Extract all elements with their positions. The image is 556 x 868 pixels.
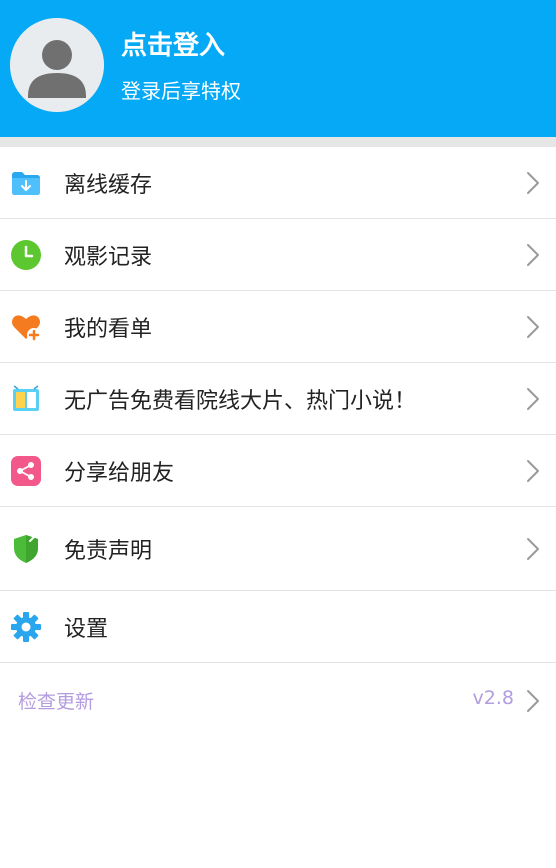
menu-item-label: 设置: [64, 616, 109, 642]
menu-item-offline-cache[interactable]: 离线缓存: [0, 147, 556, 219]
check-update-label: 检查更新: [18, 691, 95, 713]
menu-item-label: 我的看单: [64, 316, 153, 342]
menu-item-my-watchlist[interactable]: 我的看单: [0, 291, 556, 363]
menu-item-label: 离线缓存: [64, 172, 153, 198]
chevron-right-icon: [526, 537, 540, 561]
chevron-right-icon: [526, 243, 540, 267]
chevron-right-icon: [526, 171, 540, 195]
check-update-row[interactable]: 检查更新 v2.8: [0, 663, 556, 739]
app-promo-icon: [10, 383, 42, 415]
version-label: v2.8: [472, 687, 514, 709]
menu-list: 离线缓存 观影记录 我的看单 无广告免费看院线大片、热门小说！ 分享给朋友 免责…: [0, 147, 556, 739]
menu-item-label: 无广告免费看院线大片、热门小说！: [64, 388, 417, 414]
menu-item-label: 免责声明: [64, 538, 153, 564]
login-subtitle: 登录后享特权: [121, 79, 241, 103]
menu-item-disclaimer[interactable]: 免责声明: [0, 507, 556, 591]
share-icon: [10, 455, 42, 487]
login-title[interactable]: 点击登入: [121, 28, 225, 64]
clock-history-icon: [10, 239, 42, 271]
section-divider: [0, 137, 556, 147]
menu-item-watch-history[interactable]: 观影记录: [0, 219, 556, 291]
gear-icon: [10, 611, 42, 643]
chevron-right-icon: [526, 315, 540, 339]
menu-item-share[interactable]: 分享给朋友: [0, 435, 556, 507]
download-folder-icon: [10, 167, 42, 199]
user-avatar-icon[interactable]: [10, 18, 104, 112]
heart-plus-icon: [10, 311, 42, 343]
chevron-right-icon: [526, 387, 540, 411]
shield-icon: [10, 533, 42, 565]
menu-item-label: 观影记录: [64, 244, 153, 270]
menu-item-label: 分享给朋友: [64, 460, 175, 486]
chevron-right-icon: [526, 459, 540, 483]
menu-item-settings[interactable]: 设置: [0, 591, 556, 663]
menu-item-ad-free-promo[interactable]: 无广告免费看院线大片、热门小说！: [0, 363, 556, 435]
chevron-right-icon: [526, 689, 540, 713]
profile-header[interactable]: 点击登入 登录后享特权: [0, 0, 556, 137]
